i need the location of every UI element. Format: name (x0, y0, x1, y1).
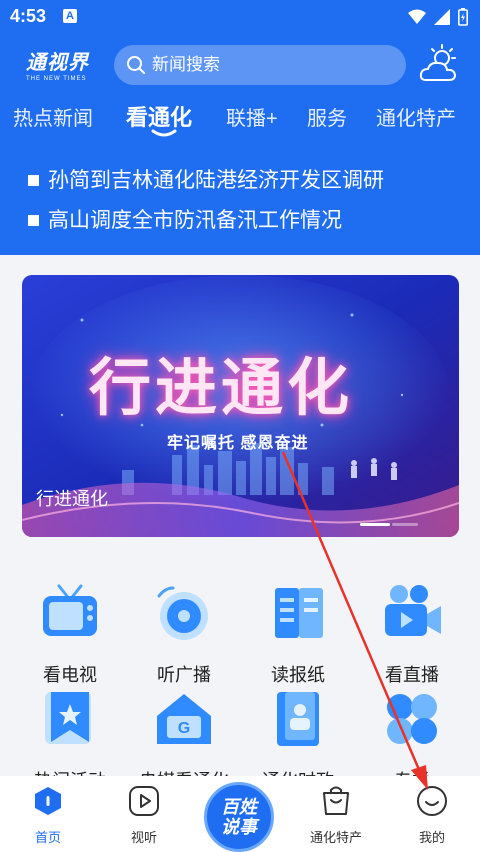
tab-service[interactable]: 服务 (307, 102, 347, 131)
grid-watch-live[interactable]: 看直播 (362, 580, 462, 687)
grid-watch-tv[interactable]: 看电视 (20, 580, 120, 687)
nav-specialty[interactable]: 通化特产 (296, 784, 376, 846)
tab-broadcast[interactable]: 联播+ (226, 102, 278, 131)
media-house-icon: G (157, 694, 211, 744)
grid-label: 看电视 (43, 665, 97, 685)
grid-read-newspaper[interactable]: 读报纸 (248, 580, 348, 687)
nav-label: 通化特产 (309, 830, 362, 845)
logo-text: 通视界 (26, 50, 89, 74)
politics-doc-icon (277, 692, 319, 746)
carousel-dot (392, 523, 418, 526)
signal-icon (434, 9, 450, 25)
search-icon (127, 56, 145, 74)
nav-label: 视听 (130, 830, 157, 845)
status-bar: 4:53 A (0, 0, 480, 34)
app-notification-icon: A (63, 9, 77, 23)
banner-carousel[interactable]: 行进通化 牢记嘱托 感恩奋进 行进通化 (22, 275, 459, 537)
search-input[interactable] (152, 55, 382, 75)
logo-subtext: THE NEW TIMES (26, 76, 87, 82)
column-grid-icon (387, 694, 437, 744)
grid-label: 听广播 (157, 665, 211, 685)
battery-icon (458, 8, 468, 26)
home-icon (35, 787, 61, 815)
svg-text:G: G (178, 720, 190, 737)
event-bookmark-icon (45, 692, 91, 744)
nav-home[interactable]: 首页 (8, 784, 88, 846)
center-button-line2: 说事 (221, 817, 257, 837)
grid-label: 读报纸 (271, 665, 325, 685)
newspaper-icon (275, 588, 323, 638)
play-icon (129, 786, 159, 816)
carousel-dot-active (360, 523, 390, 526)
wifi-icon (408, 9, 426, 24)
grid-label: 看直播 (385, 665, 439, 685)
bullet-icon (28, 215, 39, 227)
grid-listen-radio[interactable]: 听广播 (134, 580, 234, 687)
center-button-line1: 百姓 (221, 797, 257, 817)
live-camera-icon (385, 585, 441, 636)
tab-hot-news[interactable]: 热点新闻 (13, 102, 93, 131)
tab-tonghua[interactable]: 看通化 (126, 100, 192, 132)
status-time: 4:53 (10, 6, 47, 26)
nav-label: 首页 (34, 830, 61, 845)
bullet-icon (28, 175, 39, 187)
nav-label: 我的 (418, 830, 445, 845)
profile-smile-icon (417, 786, 447, 816)
headline-item[interactable]: 高山调度全市防汛备汛工作情况 (28, 204, 342, 234)
tv-icon (43, 584, 97, 636)
status-icons (408, 8, 468, 26)
nav-profile[interactable]: 我的 (392, 784, 472, 846)
app-logo: 通视界 THE NEW TIMES (26, 46, 96, 86)
carousel-indicator (360, 523, 418, 527)
headline-item[interactable]: 孙简到吉林通化陆港经济开发区调研 (28, 164, 384, 194)
search-bar[interactable] (114, 45, 406, 85)
shopping-bag-icon (323, 786, 349, 815)
category-tabs: 热点新闻 看通化 联播+ 服务 通化特产 (0, 100, 480, 140)
people-speak-button[interactable]: 百姓 说事 (204, 782, 274, 852)
header: 4:53 A 通视界 THE NEW TIMES 热点新闻 看通化 联播+ 服务… (0, 0, 480, 255)
banner-subtitle: 牢记嘱托 感恩奋进 (167, 435, 309, 452)
active-tab-indicator (151, 129, 177, 137)
tab-specialty[interactable]: 通化特产 (376, 102, 456, 131)
banner-title: 行进通化 (89, 351, 354, 424)
banner-caption: 行进通化 (36, 489, 108, 509)
radio-icon (157, 586, 208, 640)
nav-media[interactable]: 视听 (104, 784, 184, 846)
weather-icon[interactable] (418, 44, 462, 86)
